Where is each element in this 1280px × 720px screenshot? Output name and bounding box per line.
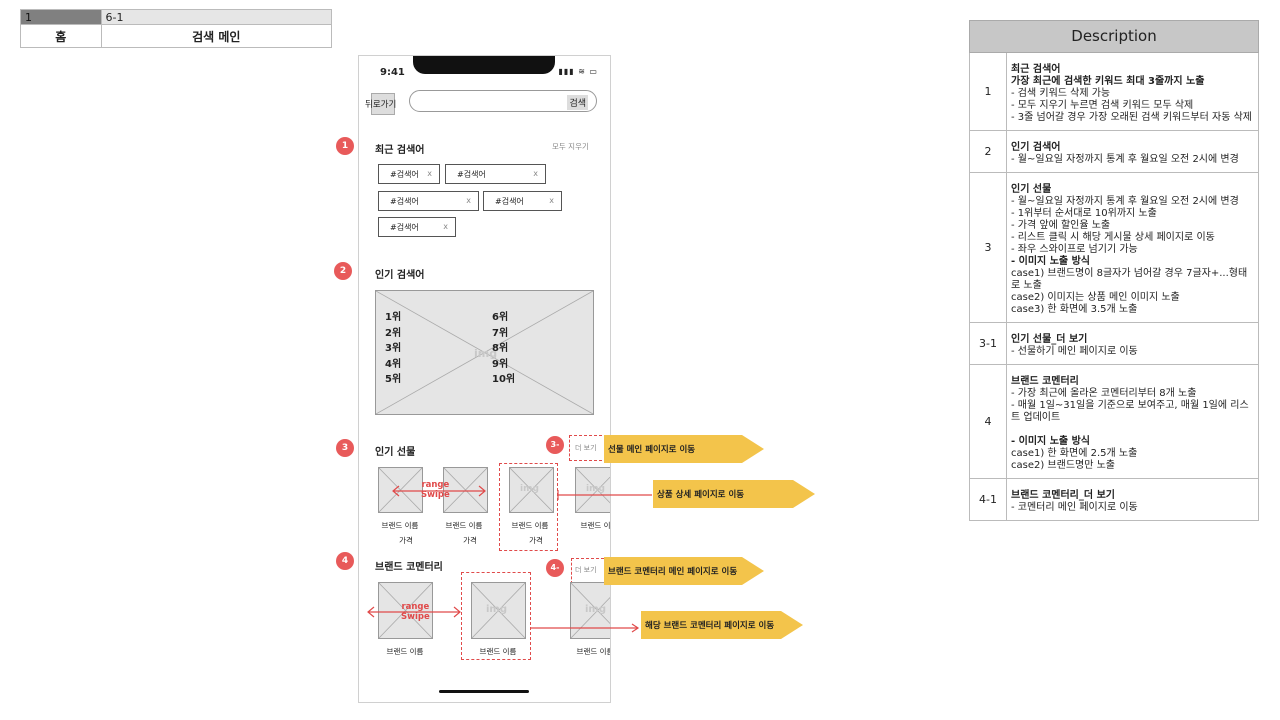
description-line: - 좌우 스와이프로 넘기기 가능 (1011, 244, 1138, 255)
description-row-number: 3 (970, 173, 1007, 322)
description-line: - 월~일요일 자정까지 통계 후 월요일 오전 2시에 변경 (1011, 154, 1239, 165)
description-line: case1) 브랜드명이 8글자가 넘어갈 경우 7글자+...형태로 노출 (1011, 268, 1248, 291)
description-row: 4-1 브랜드 코멘터리_더 보기 - 코멘터리 메인 페이지로 이동 (969, 479, 1259, 521)
description-row: 3 인기 선물 - 월~일요일 자정까지 통계 후 월요일 오전 2시에 변경 - 1… (969, 173, 1259, 323)
description-line: 브랜드 코멘터리_더 보기 (1011, 490, 1115, 501)
description-row-body: 인기 선물 - 월~일요일 자정까지 통계 후 월요일 오전 2시에 변경 - 1위… (1011, 173, 1258, 322)
description-line: 가장 최근에 검색한 키워드 최대 3줄까지 노출 (1011, 76, 1205, 87)
description-row-number: 4 (970, 365, 1007, 478)
description-line: - 3줄 넘어갈 경우 가장 오래된 검색 키워드부터 자동 삭제 (1011, 112, 1252, 123)
description-line (1011, 424, 1254, 436)
description-row-body: 최근 검색어 가장 최근에 검색한 키워드 최대 3줄까지 노출 - 검색 키워드 … (1011, 53, 1258, 130)
callout-product-detail: 상품 상세 페이지로 이동 (653, 480, 815, 508)
description-row-number: 2 (970, 131, 1007, 172)
description-line: - 가장 최근에 올라온 코멘터리부터 8개 노출 (1011, 388, 1197, 399)
description-header: Description (969, 20, 1259, 53)
description-line: case1) 한 화면에 2.5개 노출 (1011, 448, 1138, 459)
description-row-body: 인기 검색어 - 월~일요일 자정까지 통계 후 월요일 오전 2시에 변경 (1011, 131, 1258, 172)
description-row-body: 브랜드 코멘터리_더 보기 - 코멘터리 메인 페이지로 이동 (1011, 479, 1258, 520)
description-line: 인기 선물 (1011, 184, 1052, 195)
description-line: - 이미지 노출 방식 (1011, 256, 1090, 267)
description-line: - 월~일요일 자정까지 통계 후 월요일 오전 2시에 변경 (1011, 196, 1239, 207)
description-row: 4 브랜드 코멘터리 - 가장 최근에 올라온 코멘터리부터 8개 노출 - 매월 1… (969, 365, 1259, 479)
description-row-body: 인기 선물_더 보기 - 선물하기 메인 페이지로 이동 (1011, 323, 1258, 364)
description-line: case3) 한 화면에 3.5개 노출 (1011, 304, 1138, 315)
description-row: 3-1 인기 선물_더 보기 - 선물하기 메인 페이지로 이동 (969, 323, 1259, 365)
description-row-number: 1 (970, 53, 1007, 130)
description-line: - 선물하기 메인 페이지로 이동 (1011, 346, 1138, 357)
description-line: 최근 검색어 (1011, 64, 1061, 75)
callout-gift-more: 선물 메인 페이지로 이동 (604, 435, 764, 463)
description-line: case2) 이미지는 상품 메인 이미지 노출 (1011, 292, 1180, 303)
description-row-number: 3-1 (970, 323, 1007, 364)
description-line: - 이미지 노출 방식 (1011, 436, 1090, 447)
description-table: Description 1 최근 검색어 가장 최근에 검색한 키워드 최대 3줄까… (969, 20, 1259, 521)
description-line: - 코멘터리 메인 페이지로 이동 (1011, 502, 1138, 513)
description-line: - 검색 키워드 삭제 가능 (1011, 88, 1111, 99)
description-line: case2) 브랜드명만 노출 (1011, 460, 1116, 471)
description-line: - 리스트 클릭 시 해당 게시물 상세 페이지로 이동 (1011, 232, 1215, 243)
description-line: - 모두 지우기 누르면 검색 키워드 모두 삭제 (1011, 100, 1194, 111)
description-line: 브랜드 코멘터리 (1011, 376, 1079, 387)
description-row: 1 최근 검색어 가장 최근에 검색한 키워드 최대 3줄까지 노출 - 검색 키워드… (969, 53, 1259, 131)
description-line: - 가격 앞에 할인율 노출 (1011, 220, 1111, 231)
callout-commentary-more: 브랜드 코멘터리 메인 페이지로 이동 (604, 557, 764, 585)
callout-commentary-detail: 해당 브랜드 코멘터리 페이지로 이동 (641, 611, 803, 639)
description-line: - 매월 1일~31일을 기준으로 보여주고, 매월 1일에 리스트 업데이트 (1011, 400, 1249, 423)
description-row: 2 인기 검색어 - 월~일요일 자정까지 통계 후 월요일 오전 2시에 변경 (969, 131, 1259, 173)
description-row-body: 브랜드 코멘터리 - 가장 최근에 올라온 코멘터리부터 8개 노출 - 매월 1일… (1011, 365, 1258, 478)
description-line: 인기 검색어 (1011, 142, 1061, 153)
description-line: 인기 선물_더 보기 (1011, 334, 1088, 345)
description-line: - 1위부터 순서대로 10위까지 노출 (1011, 208, 1157, 219)
description-row-number: 4-1 (970, 479, 1007, 520)
